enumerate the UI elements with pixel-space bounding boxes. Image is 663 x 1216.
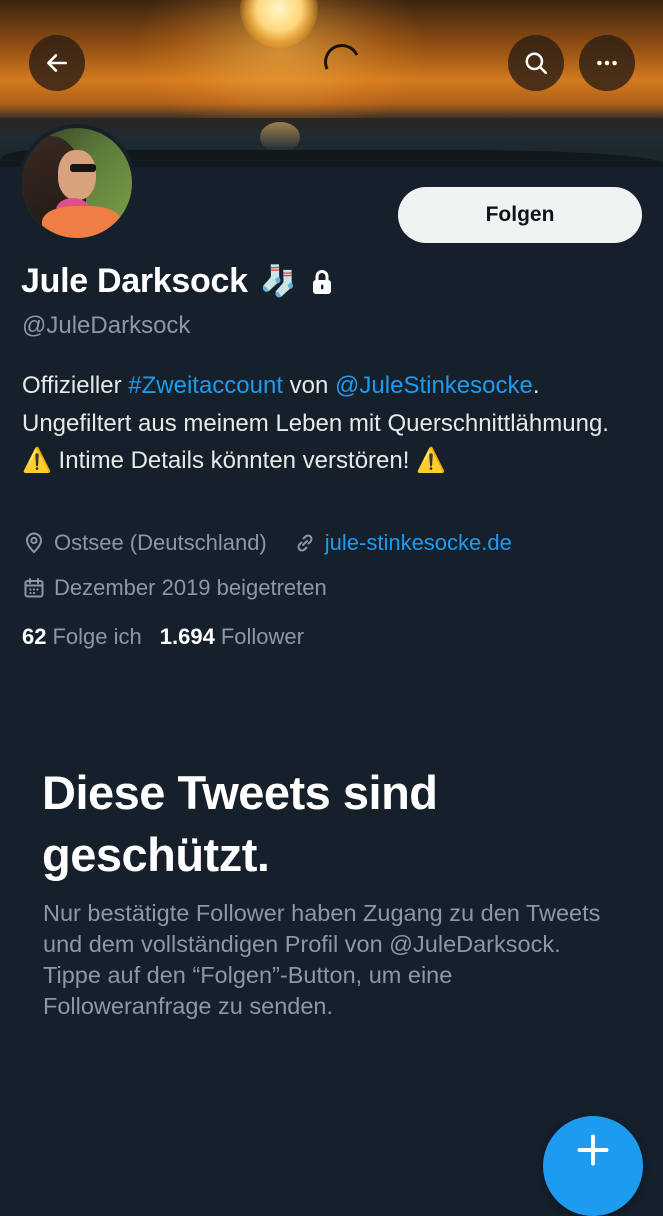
profile-handle: @JuleDarksock <box>22 312 191 339</box>
profile-stats: 62 Folge ich 1.694 Follower <box>22 624 304 650</box>
profile-bio: Offizieller #Zweitaccount von @JuleStink… <box>22 367 642 480</box>
followers-label: Follower <box>220 624 304 649</box>
location-pin-icon <box>25 532 43 554</box>
arrow-left-icon <box>47 54 67 72</box>
search-icon <box>525 52 548 75</box>
mention-link[interactable]: @JuleStinkesocke <box>335 372 533 399</box>
avatar-glasses <box>70 164 96 172</box>
profile-website-link[interactable]: jule-stinkesocke.de <box>293 530 512 556</box>
protected-title: Diese Tweets sind geschützt. <box>42 766 438 881</box>
link-icon <box>297 534 313 552</box>
search-button[interactable] <box>508 35 564 91</box>
compose-button[interactable] <box>543 1116 643 1216</box>
follow-button[interactable]: Folgen <box>398 187 642 243</box>
bio-text: Intime Details könnten verstören! <box>51 447 417 474</box>
following-count: 62 <box>22 624 47 649</box>
back-button[interactable] <box>29 35 85 91</box>
bio-text: Offizieller <box>22 372 129 399</box>
profile-location: Ostsee (Deutschland) <box>54 530 267 555</box>
lock-icon <box>311 269 333 295</box>
more-horizontal-icon <box>597 60 617 66</box>
avatar-face <box>58 150 96 200</box>
warning-emoji: ⚠️ <box>22 447 52 474</box>
profile-website[interactable]: jule-stinkesocke.de <box>325 530 512 556</box>
profile-joined: Dezember 2019 beigetreten <box>54 575 327 600</box>
avatar-shirt <box>42 206 122 238</box>
calendar-icon <box>24 578 44 598</box>
bio-text: von <box>283 372 336 399</box>
plus-icon <box>577 1134 609 1166</box>
following-label: Folge ich <box>52 624 142 649</box>
more-button[interactable] <box>579 35 635 91</box>
following-stat[interactable]: 62 Folge ich <box>22 624 142 650</box>
display-name: Jule Darksock <box>21 262 248 300</box>
warning-emoji: ⚠️ <box>416 447 446 474</box>
sock-emoji: 🧦 <box>259 264 298 298</box>
hashtag-link[interactable]: #Zweitaccount <box>128 372 283 399</box>
profile-name-row: Jule Darksock 🧦 <box>21 262 333 301</box>
profile-meta-row: Ostsee (Deutschland) jule-stinkesocke.de <box>22 530 512 556</box>
followers-stat[interactable]: 1.694 Follower <box>160 624 304 650</box>
banner-sun-reflection <box>260 122 300 152</box>
followers-count: 1.694 <box>159 624 215 649</box>
avatar[interactable] <box>18 124 136 242</box>
protected-description: Nur bestätigte Follower haben Zugang zu … <box>43 900 601 1019</box>
profile-joined-row: Dezember 2019 beigetreten <box>22 575 327 601</box>
